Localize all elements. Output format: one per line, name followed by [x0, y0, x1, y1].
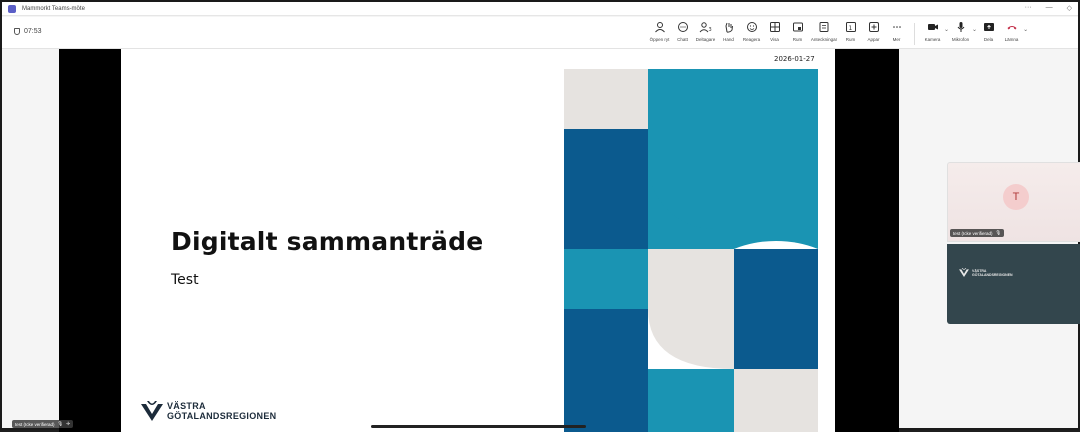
leave-button[interactable]: Lämna [1000, 20, 1023, 45]
slide-date: 2026-01-27 [774, 55, 815, 63]
react-icon [745, 20, 759, 34]
camera-label: Kamera [924, 37, 941, 42]
leave-label: Lämna [1004, 37, 1019, 42]
mini-vgr-emblem-icon [959, 268, 969, 277]
slide-title: Digitalt sammanträde [171, 227, 484, 256]
toolbar-view-label: Visa [770, 37, 779, 42]
window-controls: ··· — ◇ [1025, 4, 1072, 12]
toolbar-raise-hand[interactable]: Hand [717, 20, 740, 45]
toolbar-divider [914, 23, 915, 45]
toolbar-participants[interactable]: 3 Deltagare [694, 20, 717, 45]
toolbar-chat[interactable]: Chatt [671, 20, 694, 45]
logo-text: VÄSTRA GÖTALANDSREGIONEN [167, 401, 276, 421]
share-button[interactable]: Dela [977, 20, 1000, 45]
toolbar-notes-label: Anteckningar [810, 37, 838, 42]
toolbar-room[interactable]: 1 Rum [839, 20, 862, 45]
logo-line-2: GÖTALANDSREGIONEN [167, 411, 277, 421]
mic-muted-icon: 🎙 [995, 230, 1002, 235]
teams-window: Mammorkt Teams-möte ··· — ◇ 07:53 Öppen … [0, 0, 1080, 432]
share-label: Dela [983, 37, 994, 42]
participant-name: test (Icke verifierad) [953, 230, 993, 236]
self-view-name-tag: test (Icke verifierad) 🎙 ✢ [12, 420, 74, 428]
toolbar-raise-hand-label: Hand [723, 37, 734, 42]
raise-hand-icon [722, 20, 736, 34]
participant-tile[interactable]: T test (Icke verifierad) 🎙 [947, 162, 1080, 242]
rooms-icon [791, 20, 805, 34]
more-options-button[interactable]: ··· [1025, 4, 1032, 12]
people-icon [653, 20, 667, 34]
hang-up-icon [1005, 20, 1019, 34]
window-title: Mammorkt Teams-möte [22, 5, 85, 12]
toolbar-apps-label: Appar [867, 37, 880, 42]
svg-text:3: 3 [708, 27, 711, 33]
pin-icon[interactable]: ✢ [66, 421, 70, 427]
svg-text:1: 1 [848, 25, 852, 32]
toolbar-react[interactable]: Reagera [740, 20, 763, 45]
toolbar-more[interactable]: Mer [885, 20, 908, 45]
more-icon [890, 20, 904, 34]
slide-subtitle: Test [171, 272, 199, 288]
restore-button[interactable]: ◇ [1067, 4, 1072, 12]
avatar: T [1003, 184, 1029, 210]
teams-app-icon [8, 4, 16, 13]
logo-line-1: VÄSTRA [167, 401, 206, 411]
toolbar-participants-label: Deltagare [695, 37, 716, 42]
room-icon: 1 [844, 20, 858, 34]
camera-icon [926, 20, 940, 34]
toolbar-react-label: Reagera [742, 37, 761, 42]
self-view-name: test (Icke verifierad) [15, 421, 55, 427]
self-mic-icon: 🎙 [57, 421, 64, 426]
chat-icon [676, 20, 690, 34]
shared-screen-tile[interactable]: VÄSTRA GÖTALANDSREGIONEN [947, 244, 1080, 324]
camera-button[interactable]: Kamera [921, 20, 944, 45]
microphone-icon [954, 20, 968, 34]
toolbar-people[interactable]: Öppen ryt [648, 20, 671, 45]
toolbar-more-label: Mer [892, 37, 901, 42]
mini-vgr-logo: VÄSTRA GÖTALANDSREGIONEN [959, 268, 1013, 277]
minimize-button[interactable]: — [1046, 4, 1053, 12]
slide-scroll-bar[interactable] [371, 425, 586, 428]
participants-icon: 3 [699, 20, 713, 34]
vgr-logo: VÄSTRA GÖTALANDSREGIONEN [141, 401, 276, 421]
mini-logo-text: VÄSTRA GÖTALANDSREGIONEN [972, 269, 1013, 277]
toolbar-notes[interactable]: Anteckningar [809, 20, 839, 45]
toolbar-people-label: Öppen ryt [649, 37, 670, 42]
toolbar-room-label: Rum [845, 37, 856, 42]
leave-options-chevron-icon[interactable]: ⌄ [1023, 26, 1028, 45]
mic-button[interactable]: Mikrofon [949, 20, 972, 45]
vgr-emblem-icon [141, 401, 163, 421]
toolbar-view[interactable]: Visa [763, 20, 786, 45]
toolbar-rooms[interactable]: Rum [786, 20, 809, 45]
toolbar-tools: Öppen ryt Chatt 3 Deltagare Hand Reagera… [648, 20, 1028, 45]
timer-text: 07:53 [24, 28, 42, 35]
title-bar: Mammorkt Teams-möte ··· — ◇ [2, 2, 1078, 16]
mini-logo-line-2: GÖTALANDSREGIONEN [972, 272, 1013, 277]
toolbar-rooms-label: Rum [792, 37, 803, 42]
meeting-toolbar: 07:53 Öppen ryt Chatt 3 Deltagare Hand R… [2, 17, 1078, 49]
shield-icon [14, 28, 20, 35]
toolbar-chat-label: Chatt [677, 37, 688, 42]
mic-label: Mikrofon [951, 37, 970, 42]
presentation-slide: 2026-01-27 Digitalt sammanträde Test VÄS… [121, 49, 835, 432]
apps-icon [867, 20, 881, 34]
toolbar-apps[interactable]: Appar [862, 20, 885, 45]
participant-name-tag: test (Icke verifierad) 🎙 [950, 229, 1005, 237]
slide-decorative-pattern [564, 69, 818, 432]
view-icon [768, 20, 782, 34]
shared-content-stage: 2026-01-27 Digitalt sammanträde Test VÄS… [59, 49, 899, 432]
meeting-timer: 07:53 [14, 28, 42, 35]
notes-icon [817, 20, 831, 34]
share-screen-icon [982, 20, 996, 34]
